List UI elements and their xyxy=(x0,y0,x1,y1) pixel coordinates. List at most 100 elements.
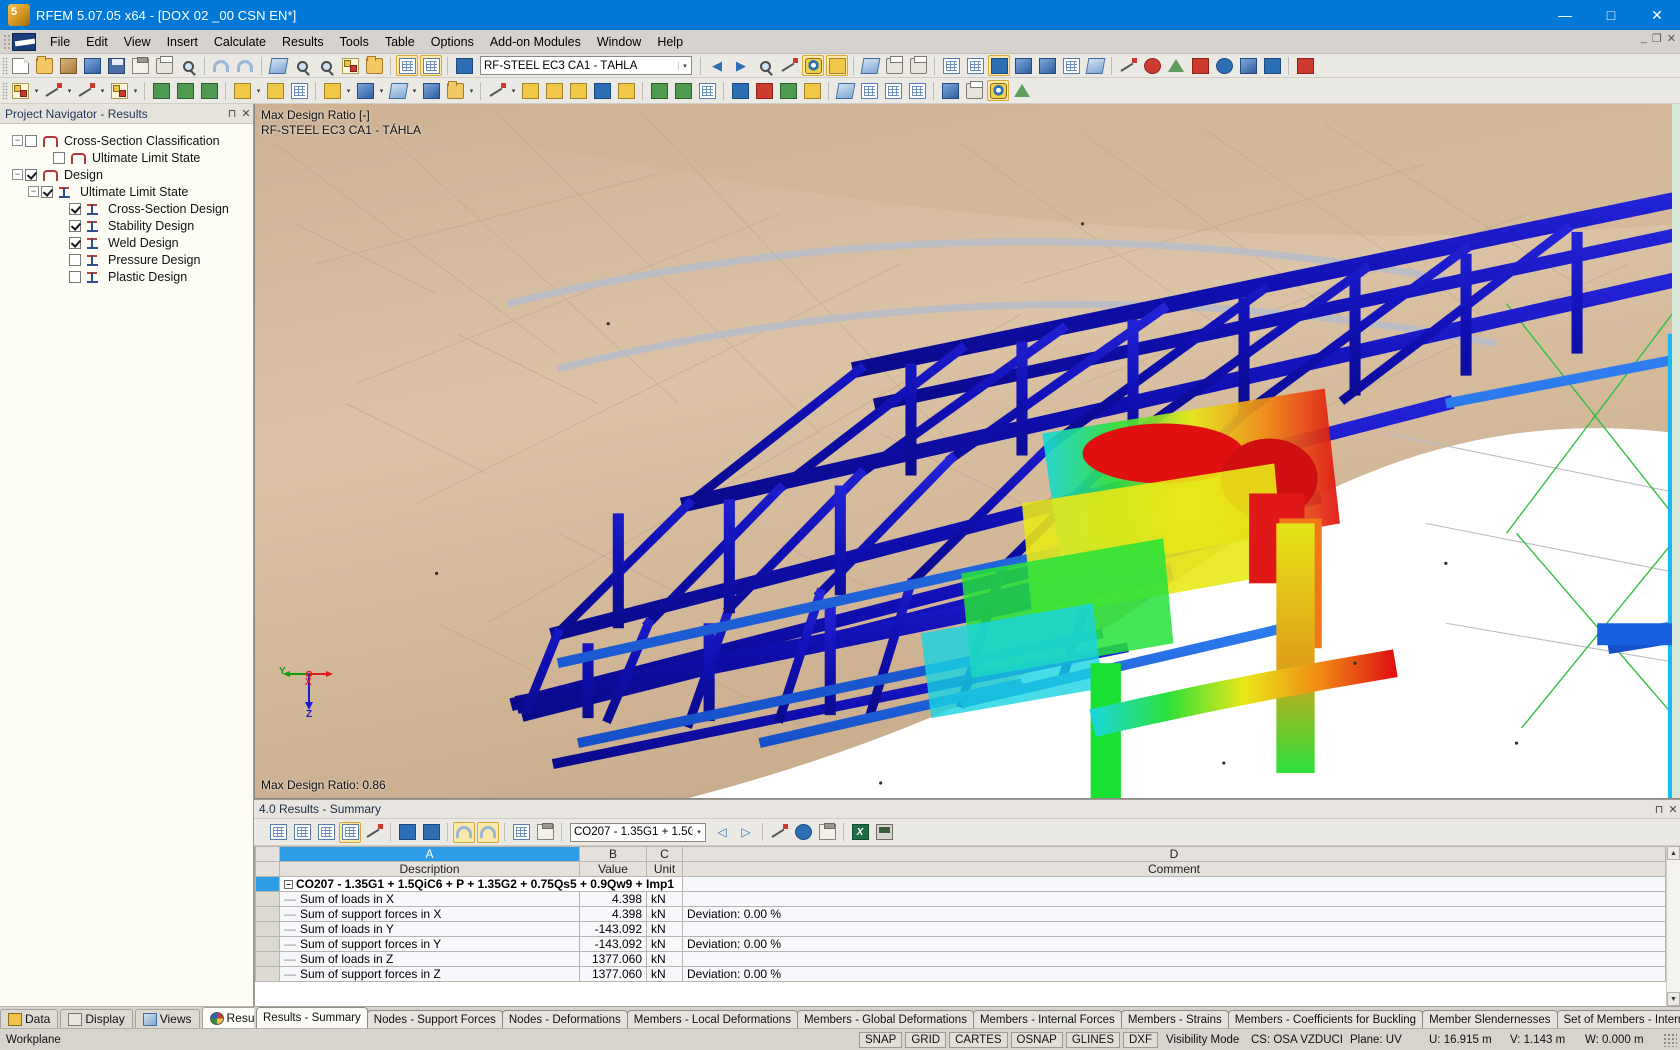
viewport-vertical-scrollbar[interactable] xyxy=(1672,104,1680,798)
row-header[interactable] xyxy=(255,891,280,907)
calculate-all-button[interactable] xyxy=(672,80,694,101)
export-to-excel-button[interactable]: X xyxy=(849,822,871,843)
row-header[interactable] xyxy=(255,876,280,892)
column-letter-c[interactable]: C xyxy=(646,846,683,862)
scroll-down-button[interactable]: ▼ xyxy=(1667,992,1680,1006)
row-header[interactable] xyxy=(255,951,280,967)
table-row[interactable]: — Sum of loads in Y -143.092 kN xyxy=(255,921,1666,937)
tab-member-slendernesses[interactable]: Member Slendernesses xyxy=(1422,1010,1558,1028)
table-prev-page-button[interactable] xyxy=(396,822,418,843)
row-header[interactable] xyxy=(255,906,280,922)
row-header[interactable] xyxy=(255,921,280,937)
table-settings-button[interactable] xyxy=(339,821,361,843)
insert-combination-button[interactable] xyxy=(543,80,565,101)
table-row[interactable]: — Sum of support forces in Y -143.092 kN … xyxy=(255,936,1666,952)
addon-module-combo-arrow[interactable]: ▾ xyxy=(678,61,691,70)
menu-table[interactable]: Table xyxy=(377,32,423,52)
mesh-visibility-button[interactable] xyxy=(964,55,986,76)
table-undo-button[interactable] xyxy=(453,821,475,843)
import-button[interactable] xyxy=(81,55,103,76)
insert-member-load-button[interactable] xyxy=(264,80,286,101)
group-expander-icon[interactable]: − xyxy=(284,880,293,889)
tree-item-design-ultimate-limit-state[interactable]: − Ultimate Limit State xyxy=(6,183,253,200)
insert-free-load-button[interactable] xyxy=(288,80,310,101)
result-deformation-button[interactable] xyxy=(729,80,751,101)
insert-node-dropdown[interactable]: ▾ xyxy=(32,80,41,101)
table-info-button[interactable] xyxy=(792,822,814,843)
result-label-button[interactable] xyxy=(778,55,800,76)
results-panel-pin-icon[interactable]: ⊓ xyxy=(1652,803,1666,816)
tree-item-pressure-design[interactable]: Pressure Design xyxy=(6,251,253,268)
insert-generate-button[interactable] xyxy=(615,80,637,101)
insert-dimension-dropdown[interactable]: ▾ xyxy=(509,80,518,101)
table-calculator-button[interactable] xyxy=(873,822,895,843)
table-sort-button[interactable] xyxy=(315,822,337,843)
status-toggle-glines[interactable]: GLINES xyxy=(1065,1031,1120,1048)
status-toggle-cartes[interactable]: CARTES xyxy=(949,1031,1008,1048)
insert-nodal-load-button[interactable] xyxy=(231,80,253,101)
status-coordinate-system[interactable]: CS: OSA VZDUCH xyxy=(1246,1032,1342,1048)
insert-opening-dropdown[interactable]: ▾ xyxy=(377,80,386,101)
insert-member-dropdown[interactable]: ▾ xyxy=(98,80,107,101)
view-xy-button[interactable] xyxy=(858,80,880,101)
next-combination-button[interactable]: ▷ xyxy=(735,822,757,843)
insert-surface-dropdown[interactable]: ▾ xyxy=(131,80,140,101)
tab-set-of-members-internal-forces[interactable]: Set of Members - Internal Forces xyxy=(1556,1010,1680,1028)
measure-button[interactable] xyxy=(1117,55,1139,76)
table-filter-criteria-button[interactable] xyxy=(768,822,790,843)
tab-members-local-deformations[interactable]: Members - Local Deformations xyxy=(626,1010,798,1028)
insert-nodal-load-dropdown[interactable]: ▾ xyxy=(254,80,263,101)
tree-item-cross-section-design[interactable]: Cross-Section Design xyxy=(6,200,253,217)
insert-dimension-button[interactable] xyxy=(486,80,508,101)
insert-surface-button[interactable] xyxy=(108,80,130,101)
status-plane[interactable]: Plane: UV xyxy=(1345,1032,1421,1048)
tree-item-cs-ultimate-limit-state[interactable]: Ultimate Limit State xyxy=(6,149,253,166)
mesh-generate-button[interactable] xyxy=(696,80,718,101)
column-letter-b[interactable]: B xyxy=(579,846,647,862)
tree-checkbox[interactable] xyxy=(25,168,37,181)
menu-edit[interactable]: Edit xyxy=(78,32,116,52)
clipboard-button[interactable] xyxy=(129,55,151,76)
select-objects-button[interactable] xyxy=(339,55,361,76)
table-edit-button[interactable] xyxy=(534,822,556,843)
menu-tools[interactable]: Tools xyxy=(332,32,377,52)
toolbar-grip-2[interactable] xyxy=(2,81,8,100)
model-viewport-3d[interactable]: Max Design Ratio [-] RF-STEEL EC3 CA1 - … xyxy=(255,104,1680,798)
render-model-button[interactable] xyxy=(988,55,1010,76)
show-tables-button[interactable] xyxy=(396,55,418,76)
refresh-button[interactable] xyxy=(1237,55,1259,76)
new-file-button[interactable] xyxy=(9,55,31,76)
menu-addon-modules[interactable]: Add-on Modules xyxy=(482,32,589,52)
menu-options[interactable]: Options xyxy=(423,32,482,52)
settings-button[interactable] xyxy=(1261,55,1283,76)
tab-members-coefficients-for-buckling[interactable]: Members - Coefficients for Buckling xyxy=(1227,1010,1424,1028)
save-button[interactable] xyxy=(105,55,127,76)
solid-model-button[interactable] xyxy=(1036,55,1058,76)
menu-results[interactable]: Results xyxy=(274,32,332,52)
menu-drag-grip[interactable] xyxy=(2,32,10,51)
table-filter-button[interactable] xyxy=(267,822,289,843)
print-button[interactable] xyxy=(153,55,175,76)
navigator-tab-display[interactable]: Display xyxy=(60,1009,133,1028)
insert-opening-button[interactable] xyxy=(354,80,376,101)
tree-checkbox[interactable] xyxy=(69,202,81,215)
next-result-button[interactable]: ▶ xyxy=(730,55,752,76)
printout-report-button[interactable] xyxy=(907,55,929,76)
redo-button[interactable] xyxy=(234,55,256,76)
prev-combination-button[interactable]: ◁ xyxy=(711,822,733,843)
scroll-up-button[interactable]: ▲ xyxy=(1667,846,1680,860)
table-row[interactable]: — Sum of support forces in X 4.398 kN Dev… xyxy=(255,906,1666,922)
tree-item-cross-section-classification[interactable]: − Cross-Section Classification xyxy=(6,132,253,149)
tab-members-global-deformations[interactable]: Members - Global Deformations xyxy=(796,1010,974,1028)
status-visibility-mode[interactable]: Visibility Mode xyxy=(1161,1032,1243,1048)
tree-item-design[interactable]: − Design xyxy=(6,166,253,183)
window-maximize-button[interactable]: □ xyxy=(1588,0,1634,30)
display-navigator-button[interactable] xyxy=(939,80,961,101)
tree-item-weld-design[interactable]: Weld Design xyxy=(6,234,253,251)
insert-result-combination-button[interactable] xyxy=(567,80,589,101)
insert-member-button[interactable] xyxy=(75,80,97,101)
resize-grip-icon[interactable] xyxy=(1663,1032,1677,1047)
status-toggle-grid[interactable]: GRID xyxy=(905,1031,947,1048)
tab-nodes-deformations[interactable]: Nodes - Deformations xyxy=(501,1010,628,1028)
menu-file[interactable]: File xyxy=(42,32,78,52)
